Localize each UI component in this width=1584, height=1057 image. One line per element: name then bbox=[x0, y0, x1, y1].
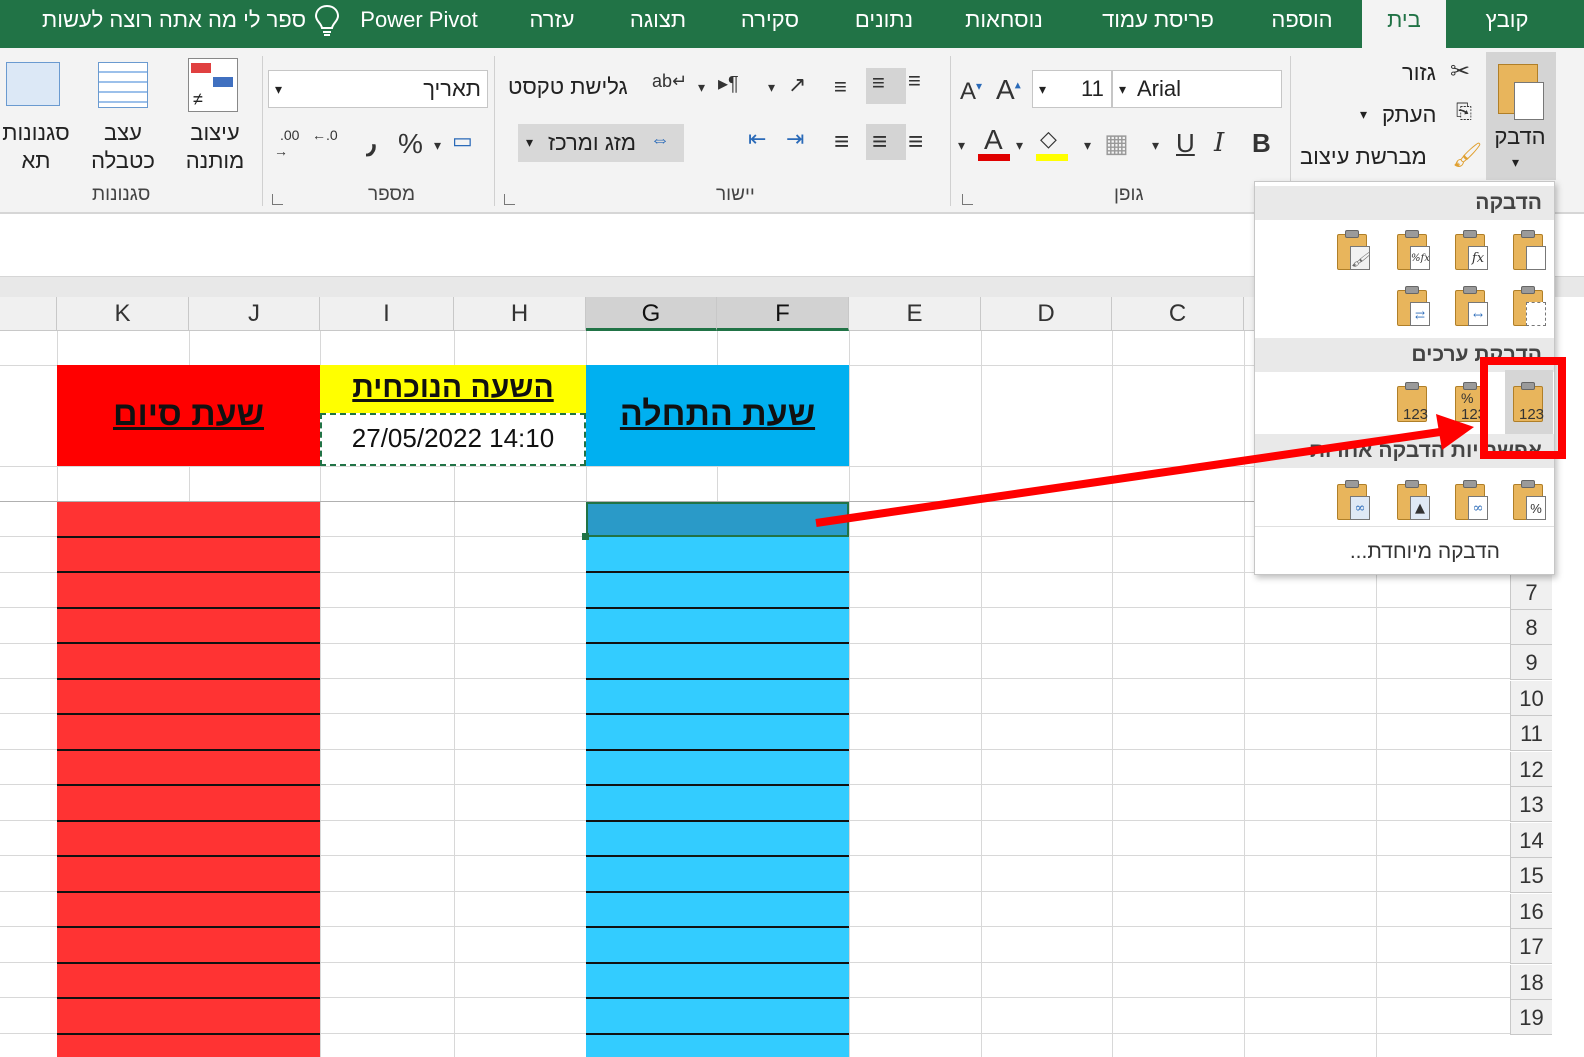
annotation-arrow bbox=[815, 414, 1474, 527]
